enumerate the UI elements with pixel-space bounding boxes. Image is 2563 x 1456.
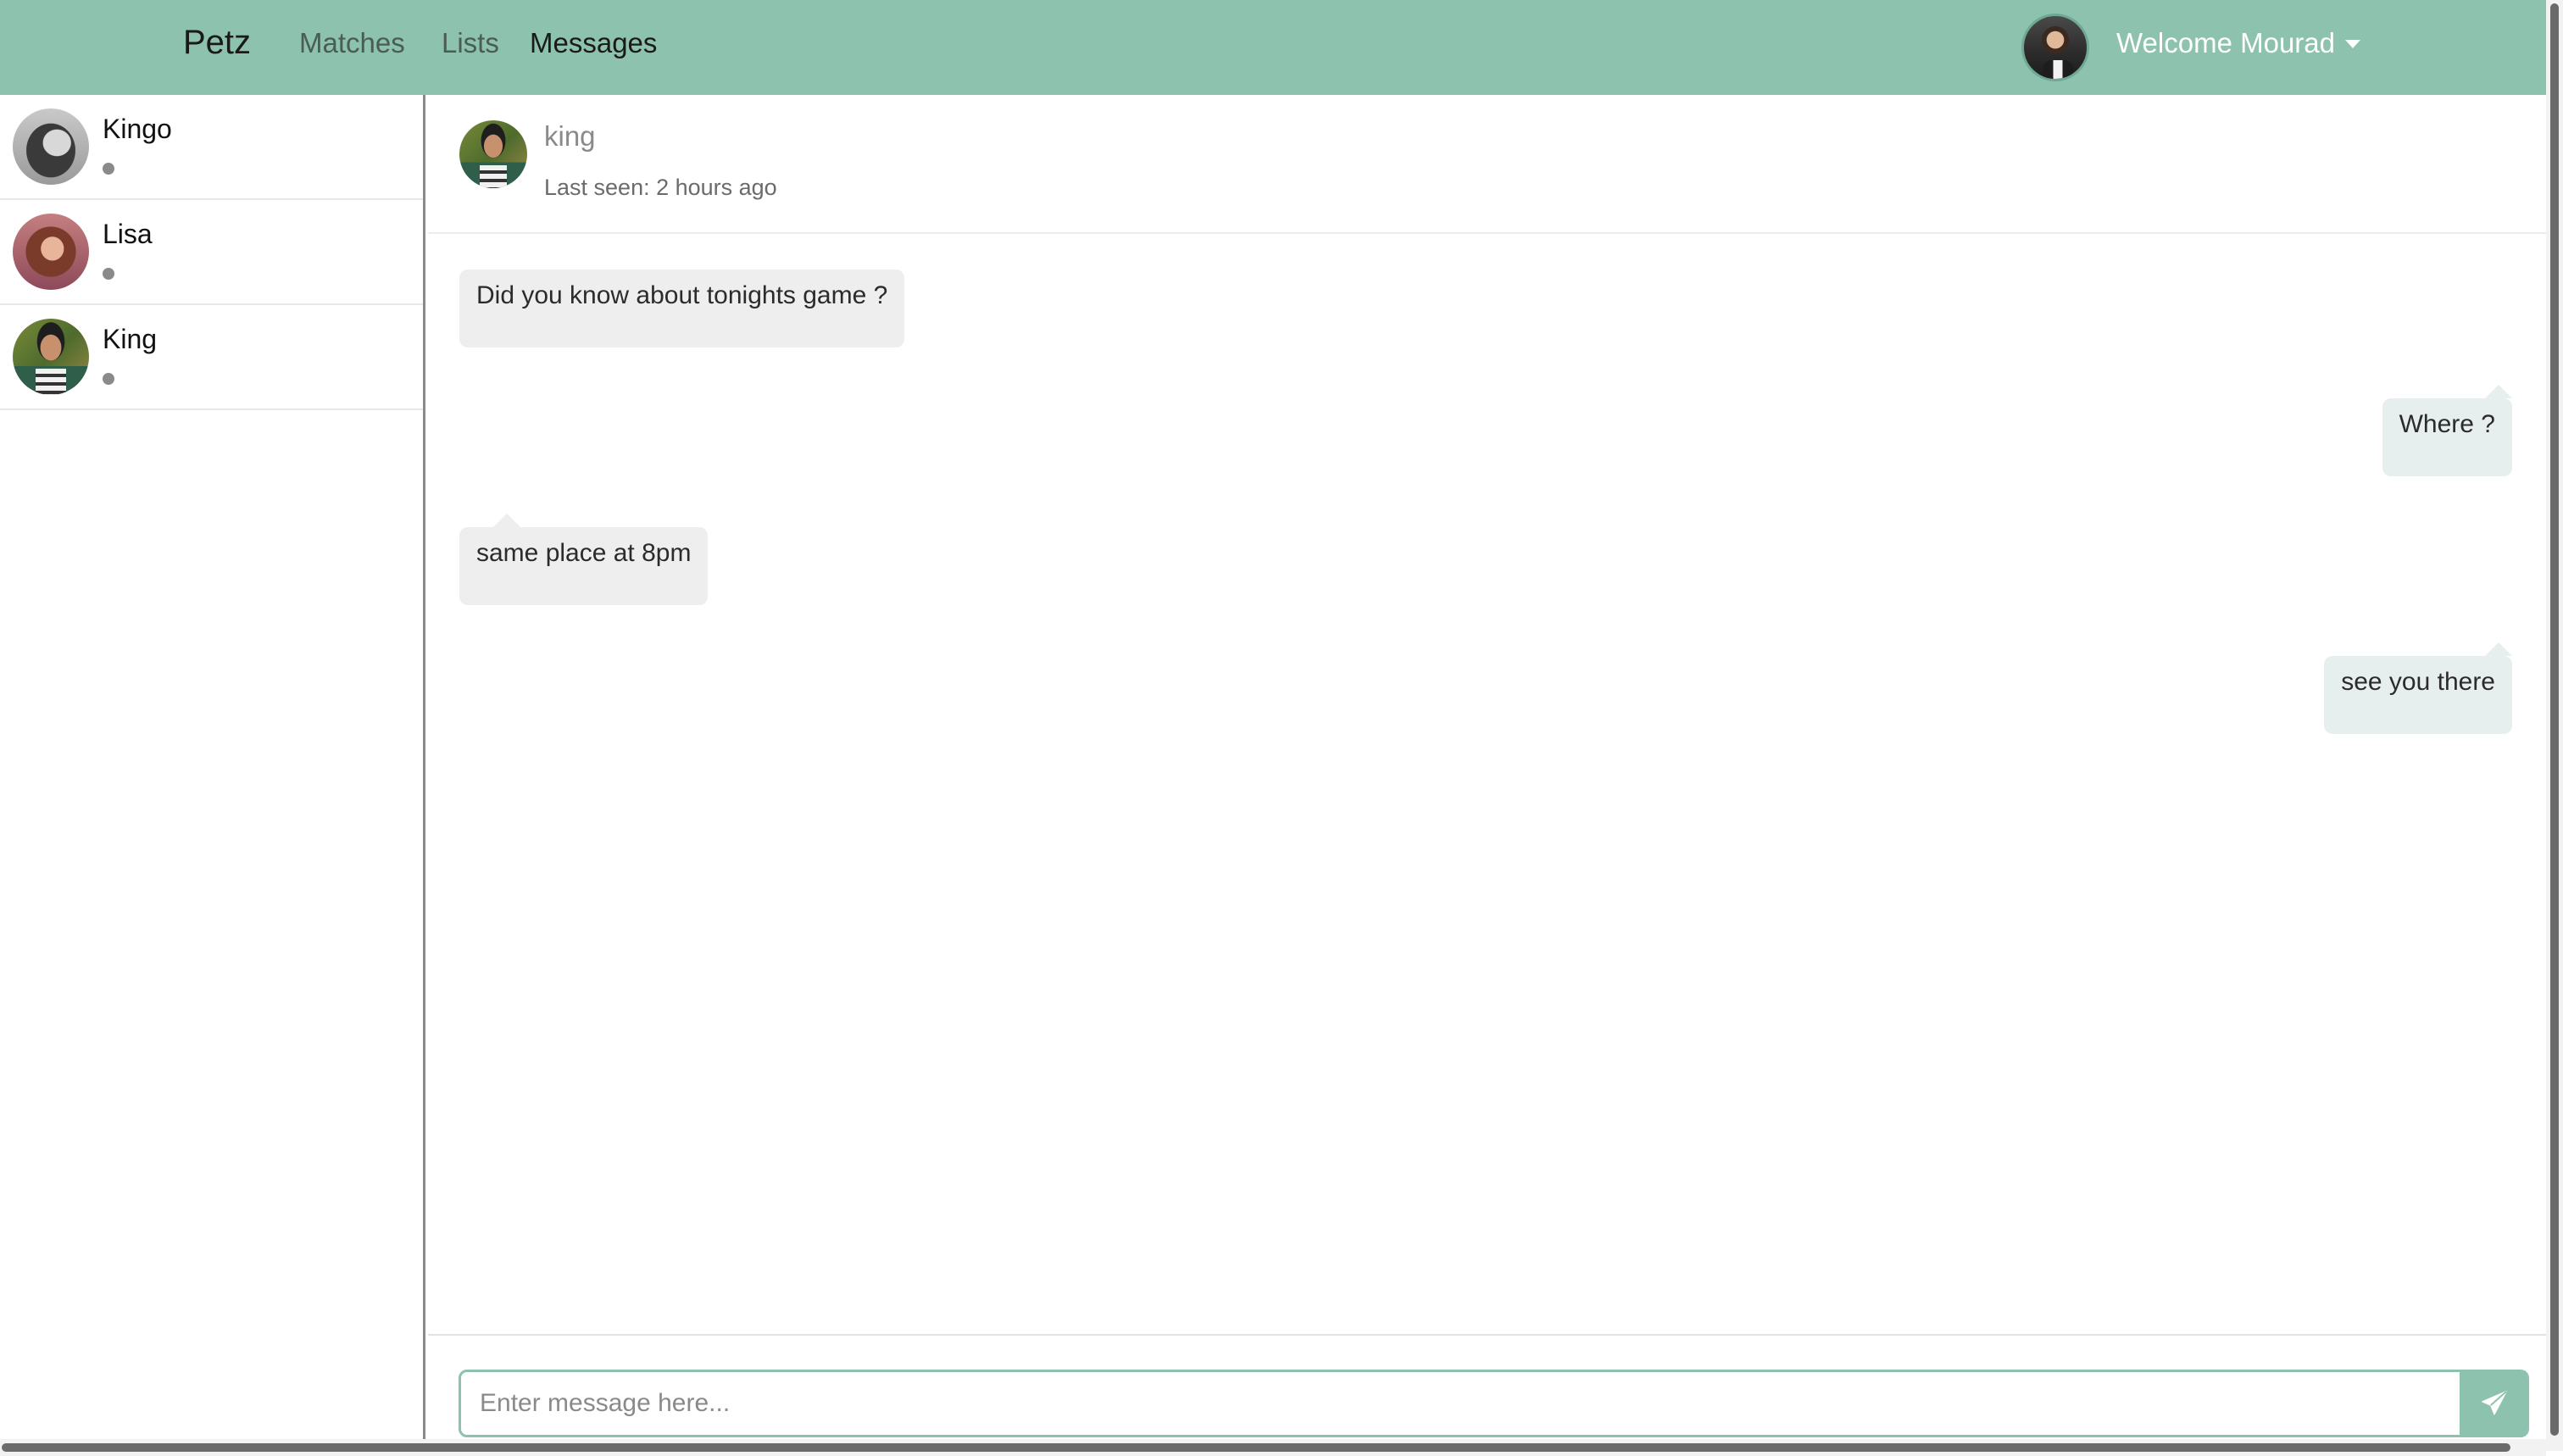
message-input[interactable] xyxy=(459,1370,2464,1437)
message-bubble-outgoing: Where ? xyxy=(2382,385,2513,476)
chat-header: king Last seen: 2 hours ago xyxy=(428,95,2546,234)
nav-link-lists[interactable]: Lists xyxy=(442,27,499,59)
chat-partner-avatar xyxy=(459,120,527,188)
message-composer xyxy=(428,1334,2546,1451)
message-bubble-outgoing: see you there xyxy=(2324,642,2512,734)
message-bubble-incoming: Did you know about tonights game ? xyxy=(459,270,905,347)
contact-item-king[interactable]: King xyxy=(0,305,423,410)
paper-plane-icon xyxy=(2482,1391,2507,1415)
contact-name: King xyxy=(103,324,158,354)
contact-name: Lisa xyxy=(103,219,153,249)
scrollbar-thumb[interactable] xyxy=(2,1443,2510,1452)
message-thread: Did you know about tonights game ? Where… xyxy=(428,234,2546,1334)
status-dot-icon xyxy=(103,163,114,175)
brand-logo[interactable]: Petz xyxy=(183,24,251,62)
contact-name: Kingo xyxy=(103,114,172,144)
send-button[interactable] xyxy=(2460,1370,2529,1437)
user-menu-dropdown[interactable]: Welcome Mourad xyxy=(2116,27,2360,59)
nav-link-messages[interactable]: Messages xyxy=(530,27,657,59)
caret-down-icon xyxy=(2345,40,2360,48)
chat-partner-name: king xyxy=(544,120,596,152)
contact-avatar xyxy=(13,108,89,185)
welcome-label: Welcome Mourad xyxy=(2116,27,2335,58)
contact-item-kingo[interactable]: Kingo xyxy=(0,95,423,200)
contacts-sidebar: Kingo Lisa King xyxy=(0,95,425,1451)
contact-avatar xyxy=(13,214,89,290)
horizontal-scrollbar[interactable] xyxy=(0,1439,2546,1456)
user-avatar[interactable] xyxy=(2021,14,2089,81)
scrollbar-thumb[interactable] xyxy=(2550,3,2559,1436)
status-dot-icon xyxy=(103,268,114,280)
message-bubble-incoming: same place at 8pm xyxy=(459,514,709,605)
contact-item-lisa[interactable]: Lisa xyxy=(0,200,423,305)
nav-link-matches[interactable]: Matches xyxy=(299,27,405,59)
top-navbar: Petz Matches Lists Messages Welcome Mour… xyxy=(0,0,2546,95)
status-dot-icon xyxy=(103,373,114,385)
last-seen-status: Last seen: 2 hours ago xyxy=(544,175,777,200)
vertical-scrollbar[interactable] xyxy=(2546,0,2563,1451)
contact-avatar xyxy=(13,319,89,395)
